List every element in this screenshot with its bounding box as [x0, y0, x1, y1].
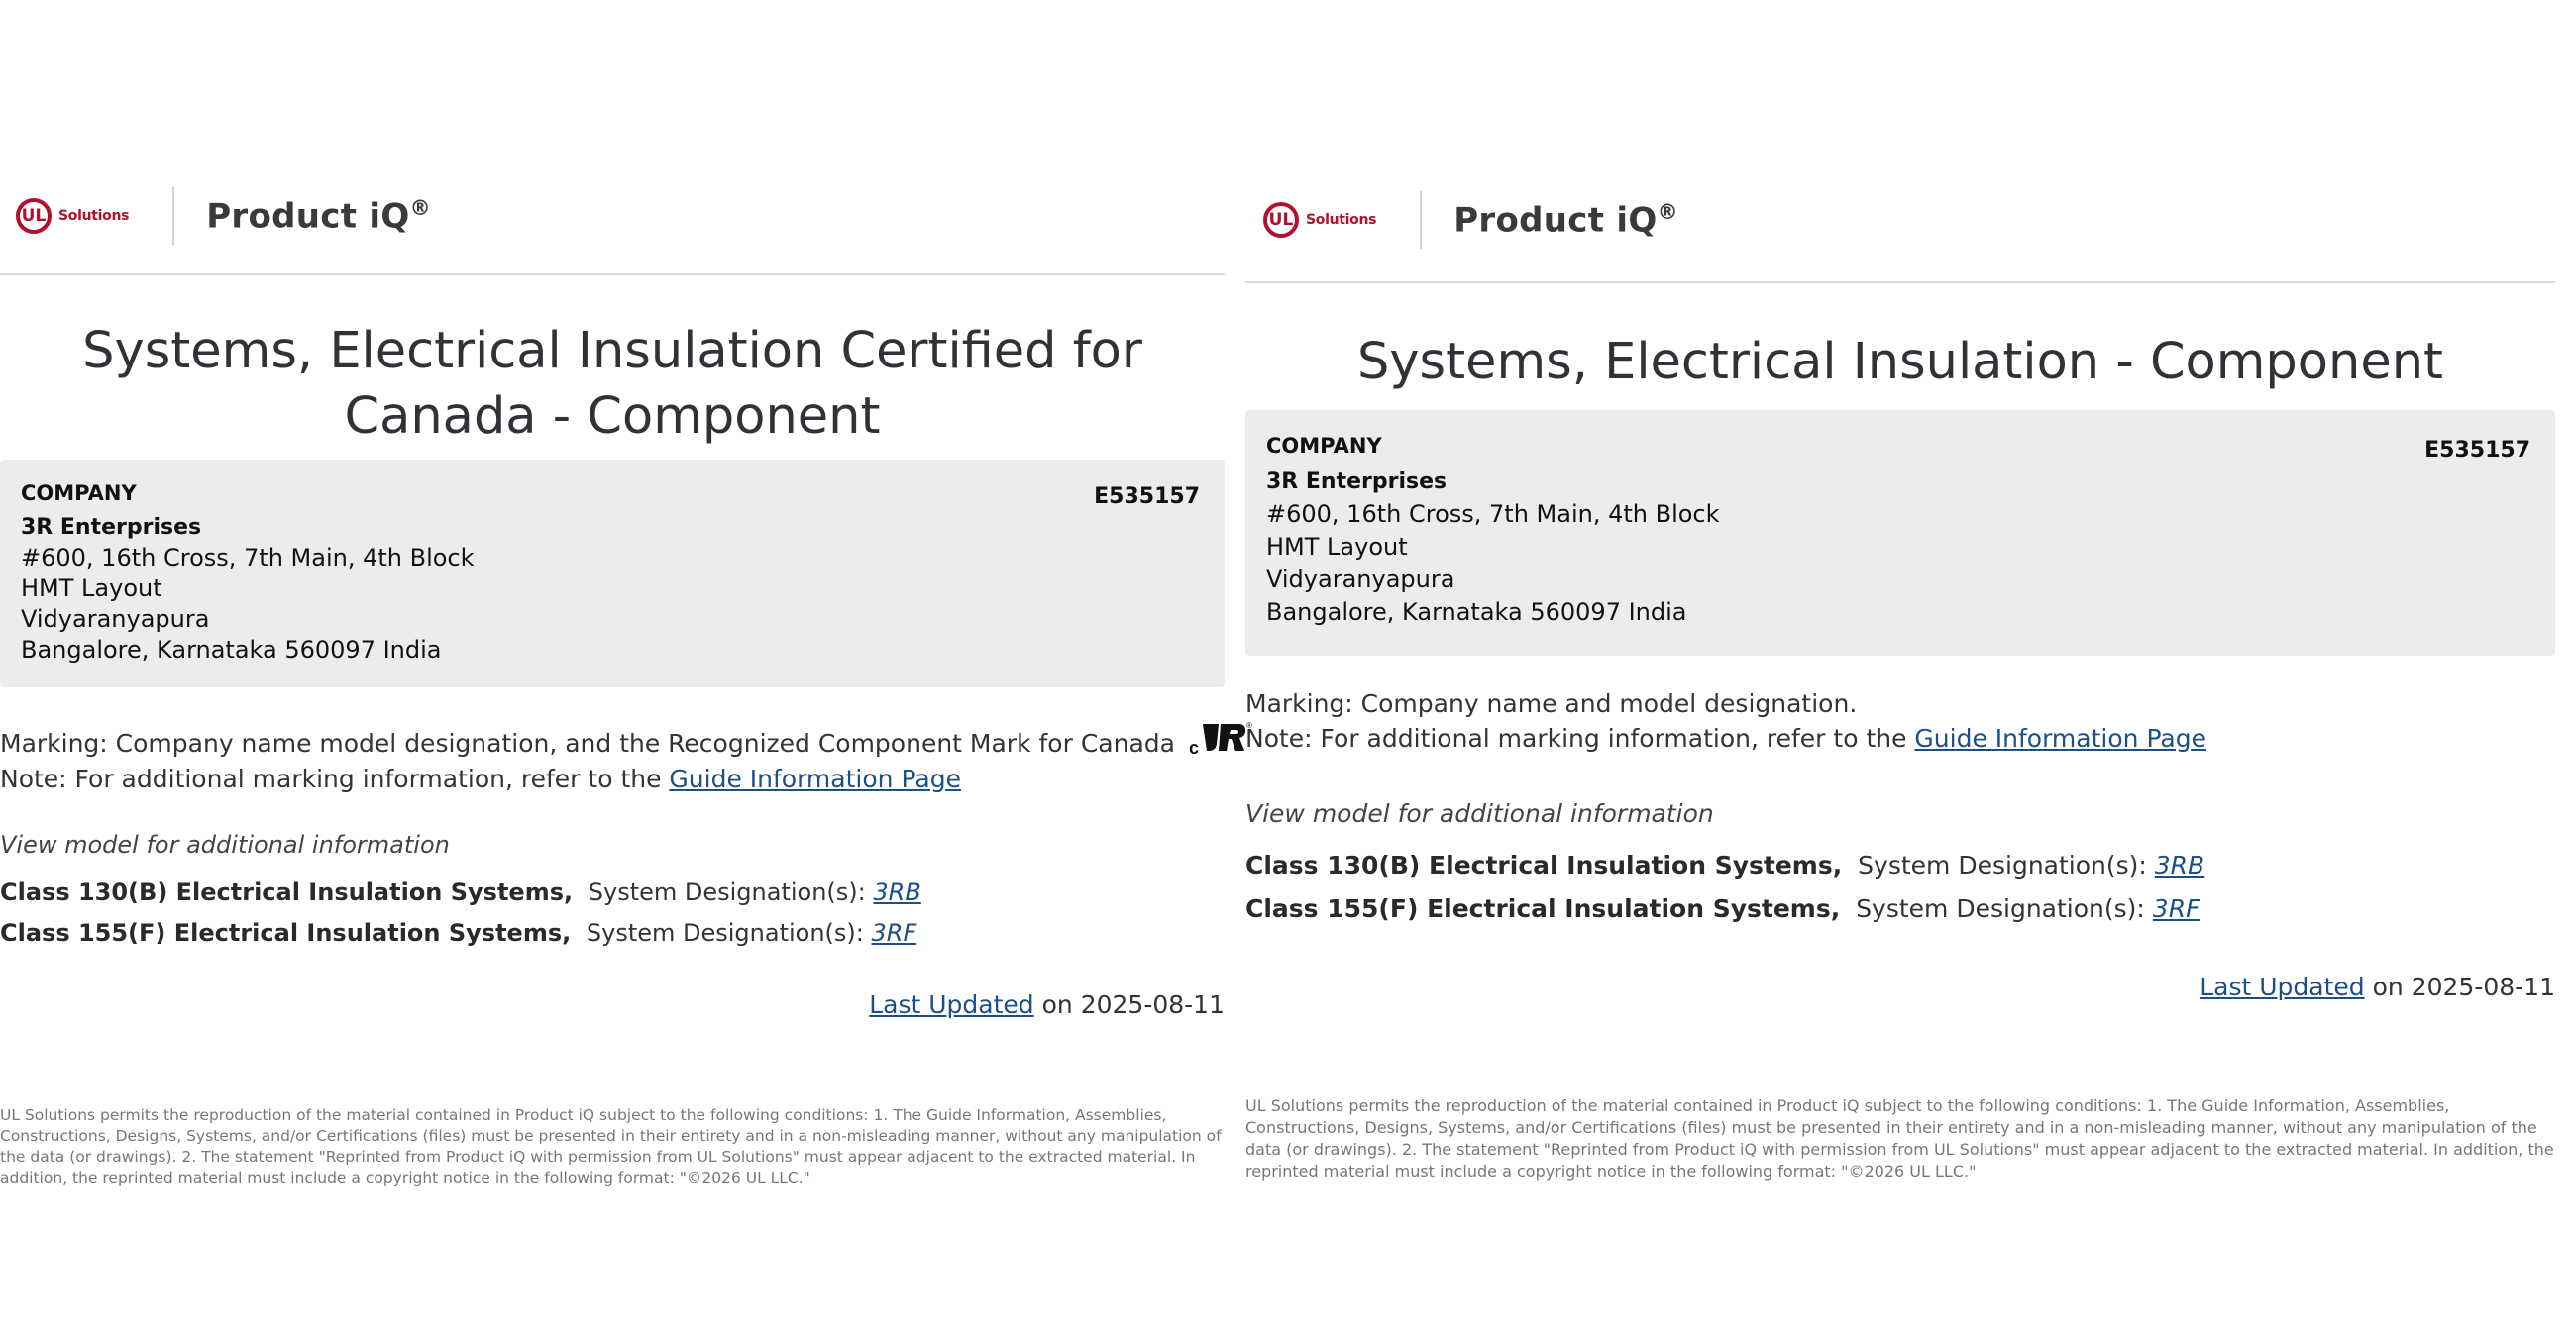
last-updated: Last Updated on 2025-08-11 [869, 990, 1225, 1019]
company-card: COMPANY E535157 3R Enterprises #600, 16t… [0, 460, 1225, 687]
designation-link-3rb[interactable]: 3RB [873, 879, 920, 906]
company-label: COMPANY [1266, 434, 1382, 458]
marking-text: Marking: Company name and model designat… [1245, 689, 1858, 718]
header-divider [172, 187, 175, 245]
last-updated-link[interactable]: Last Updated [869, 990, 1033, 1019]
ul-solutions-logo[interactable]: UL Solutions [16, 198, 129, 234]
model-row: Class 130(B) Electrical Insulation Syste… [1245, 851, 2204, 879]
ur-canada-mark-icon: c ® [1189, 720, 1252, 764]
logo-text: Solutions [58, 208, 130, 224]
address-line: HMT Layout [21, 574, 162, 602]
model-class: Class 155(F) Electrical Insulation Syste… [0, 919, 572, 947]
header-rule [1245, 281, 2555, 283]
address-line: Vidyaranyapura [21, 605, 210, 633]
ul-logo-icon: UL [16, 198, 52, 234]
last-updated: Last Updated on 2025-08-11 [2200, 973, 2555, 1001]
model-row: Class 130(B) Electrical Insulation Syste… [0, 879, 921, 906]
designation-label: System Designation(s): [588, 879, 874, 906]
company-name: 3R Enterprises [21, 515, 202, 540]
designation-label: System Designation(s): [1858, 851, 2155, 879]
file-number: E535157 [1094, 484, 1200, 509]
designation-label: System Designation(s): [1856, 894, 2153, 923]
company-address: 3R Enterprises #600, 16th Cross, 7th Mai… [21, 512, 475, 666]
address-line: HMT Layout [1266, 533, 1408, 561]
ul-logo-icon: UL [1263, 202, 1299, 238]
marking-info: Marking: Company name model designation,… [0, 720, 1252, 795]
reproduction-permission-notice: UL Solutions permits the reproduction of… [0, 1106, 1222, 1187]
designation-label: System Designation(s): [586, 919, 872, 947]
company-card: COMPANY E535157 3R Enterprises #600, 16t… [1245, 410, 2555, 656]
view-model-hint: View model for additional information [1245, 799, 1714, 828]
address-line: #600, 16th Cross, 7th Main, 4th Block [21, 544, 475, 571]
address-line: Bangalore, Karnataka 560097 India [21, 636, 442, 664]
ul-solutions-logo[interactable]: UL Solutions [1263, 202, 1376, 238]
page-title: Systems, Electrical Insulation - Compone… [1356, 333, 2444, 391]
guide-information-link[interactable]: Guide Information Page [1914, 724, 2206, 753]
last-updated-date: on 2025-08-11 [2364, 973, 2555, 1001]
model-row: Class 155(F) Electrical Insulation Syste… [1245, 894, 2200, 923]
header: UL Solutions Product iQ® [0, 187, 1225, 245]
reproduction-permission-notice: UL Solutions permits the reproduction of… [1245, 1096, 2554, 1181]
page-title: Systems, Electrical Insulation Certified… [82, 322, 1142, 446]
company-address: 3R Enterprises #600, 16th Cross, 7th Mai… [1266, 465, 1720, 629]
guide-information-link[interactable]: Guide Information Page [669, 765, 961, 793]
designation-link-3rf[interactable]: 3RF [2153, 894, 2200, 923]
view-model-hint: View model for additional information [0, 831, 450, 859]
company-name: 3R Enterprises [1266, 469, 1448, 494]
marking-info: Marking: Company name and model designat… [1245, 686, 2206, 756]
app-title[interactable]: Product iQ® [206, 196, 431, 236]
last-updated-link[interactable]: Last Updated [2200, 973, 2364, 1001]
note-text: Note: For additional marking information… [0, 765, 670, 793]
logo-text: Solutions [1306, 212, 1377, 228]
note-text: Note: For additional marking information… [1245, 724, 1915, 753]
file-number: E535157 [2424, 438, 2530, 463]
model-class: Class 155(F) Electrical Insulation Syste… [1245, 894, 1841, 923]
marking-text: Marking: Company name model designation,… [0, 729, 1175, 758]
svg-text:c: c [1189, 738, 1199, 756]
header: UL Solutions Product iQ® [1245, 191, 2555, 249]
address-line: Bangalore, Karnataka 560097 India [1266, 598, 1687, 626]
app-title[interactable]: Product iQ® [1453, 200, 1678, 240]
address-line: #600, 16th Cross, 7th Main, 4th Block [1266, 500, 1720, 528]
model-row: Class 155(F) Electrical Insulation Syste… [0, 919, 916, 947]
header-rule [0, 273, 1225, 275]
model-class: Class 130(B) Electrical Insulation Syste… [0, 879, 574, 906]
last-updated-date: on 2025-08-11 [1033, 990, 1225, 1019]
company-label: COMPANY [21, 481, 137, 505]
address-line: Vidyaranyapura [1266, 566, 1455, 593]
header-divider [1420, 191, 1423, 249]
model-class: Class 130(B) Electrical Insulation Syste… [1245, 851, 1843, 879]
designation-link-3rb[interactable]: 3RB [2155, 851, 2204, 879]
designation-link-3rf[interactable]: 3RF [872, 919, 917, 947]
